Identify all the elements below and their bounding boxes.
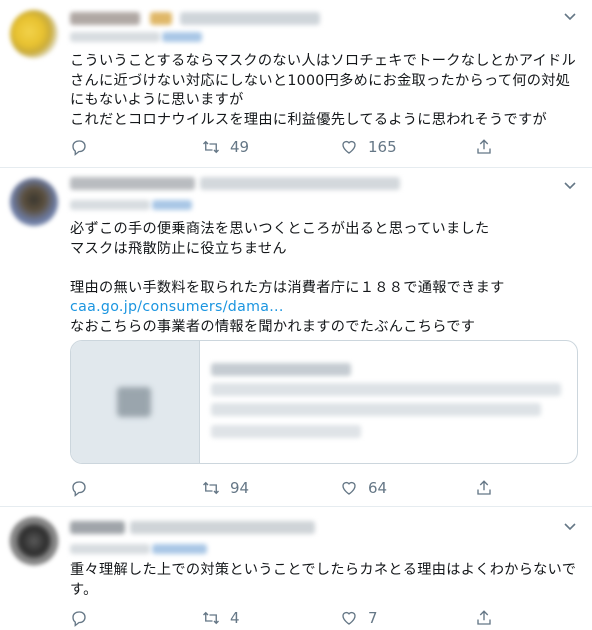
tweet-text: 必ずこの手の便乗商法を思いつくところが出ると思っていました マスクは飛散防止に役… [70, 221, 505, 335]
retweet-count: 94 [230, 479, 250, 497]
retweet-count: 4 [230, 609, 240, 627]
user-handle [152, 200, 192, 210]
user-name[interactable] [70, 12, 140, 25]
user-handle [152, 544, 207, 554]
avatar[interactable] [10, 10, 58, 58]
card-description [211, 383, 561, 396]
tweet-actions: 4 7 [70, 607, 530, 629]
card-thumbnail [71, 341, 200, 463]
reply-button[interactable] [70, 607, 98, 629]
heart-icon [342, 481, 356, 495]
heart-icon [342, 611, 356, 625]
user-handle[interactable] [130, 521, 315, 534]
tweet-link[interactable]: caa.go.jp/consumers/dama... [70, 299, 284, 315]
like-button[interactable]: 165 [340, 136, 397, 158]
tweet-actions: 49 165 [70, 136, 530, 158]
like-button[interactable]: 64 [340, 477, 387, 499]
card-description [211, 403, 541, 416]
reply-button[interactable] [70, 136, 98, 158]
retweet-icon [203, 481, 219, 495]
tweet[interactable]: 重々理解した上での対策ということでしたらカネとる理由はよくわからないです。 4 … [0, 507, 592, 630]
user-handle[interactable] [180, 12, 320, 25]
link-card[interactable] [70, 340, 578, 464]
tweet-text: 重々理解した上での対策ということでしたらカネとる理由はよくわからないです。 [70, 562, 577, 598]
tweet[interactable]: こういうことするならマスクのない人はソロチェキでトークなしとかアイドルさんに近づ… [0, 0, 592, 168]
like-count: 7 [368, 609, 378, 627]
user-handle [70, 32, 160, 42]
chevron-down-icon[interactable] [563, 9, 577, 23]
like-count: 165 [368, 138, 397, 156]
share-icon [477, 480, 491, 495]
reply-button[interactable] [70, 477, 98, 499]
like-count: 64 [368, 479, 388, 497]
user-badge [150, 12, 172, 25]
share-button[interactable] [475, 477, 503, 499]
chevron-down-icon[interactable] [563, 178, 577, 192]
retweet-button[interactable]: 4 [202, 607, 240, 629]
tweet[interactable]: 必ずこの手の便乗商法を思いつくところが出ると思っていました マスクは飛散防止に役… [0, 168, 592, 507]
avatar[interactable] [10, 178, 58, 226]
chevron-down-icon[interactable] [563, 519, 577, 533]
user-name[interactable] [70, 177, 195, 190]
retweet-count: 49 [230, 138, 250, 156]
retweet-icon [203, 140, 219, 154]
user-name[interactable] [70, 521, 125, 534]
share-icon [477, 610, 491, 625]
card-domain [211, 425, 361, 438]
avatar[interactable] [10, 517, 58, 565]
user-handle [162, 32, 202, 42]
user-handle [70, 544, 150, 554]
tweet-text: こういうことするならマスクのない人はソロチェキでトークなしとかアイドルさんに近づ… [70, 53, 576, 128]
share-button[interactable] [475, 136, 503, 158]
share-icon [477, 139, 491, 154]
reply-icon [72, 481, 86, 497]
reply-icon [72, 611, 86, 627]
heart-icon [342, 140, 356, 154]
retweet-button[interactable]: 94 [202, 477, 249, 499]
user-handle [70, 200, 150, 210]
share-button[interactable] [475, 607, 503, 629]
retweet-icon [203, 611, 219, 625]
card-title [211, 363, 351, 376]
retweet-button[interactable]: 49 [202, 136, 249, 158]
reply-icon [72, 140, 86, 156]
tweet-actions: 94 64 [70, 477, 530, 499]
like-button[interactable]: 7 [340, 607, 378, 629]
user-handle[interactable] [200, 177, 400, 190]
